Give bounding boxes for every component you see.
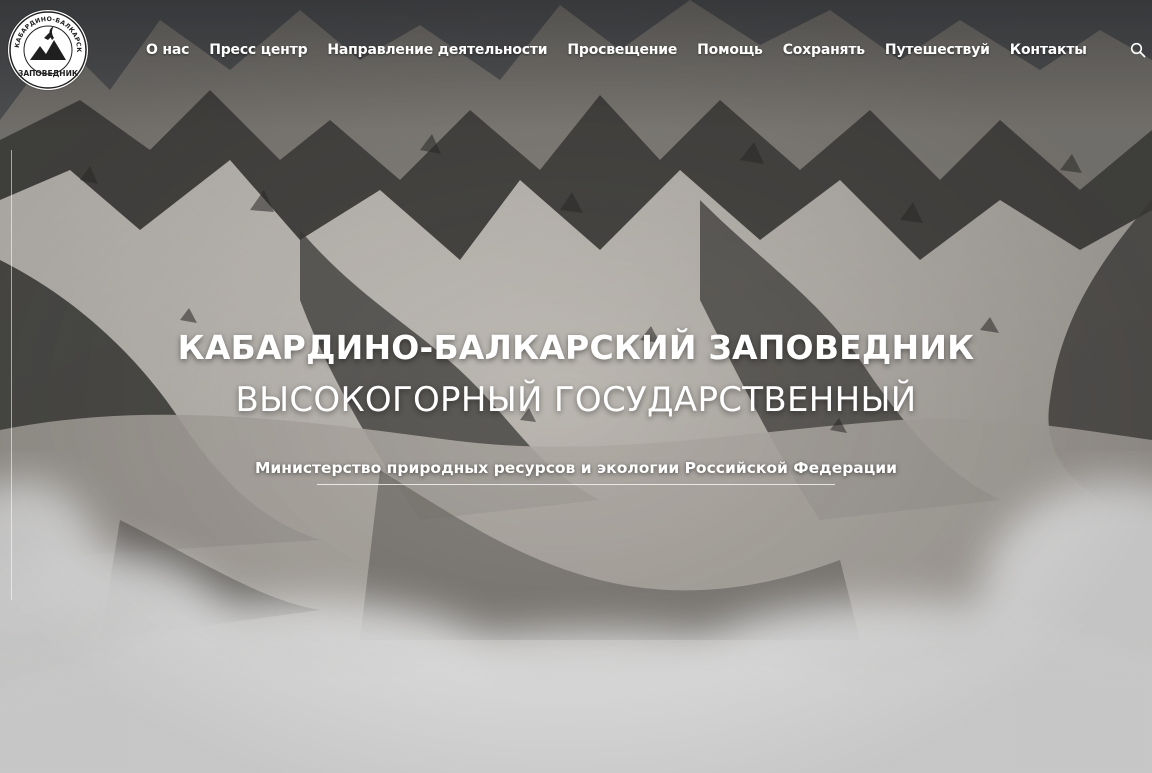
nav-item-help[interactable]: Помощь <box>697 42 763 58</box>
ministry-caption: Министерство природных ресурсов и эколог… <box>255 459 897 477</box>
hero-subtitle: ВЫСОКОГОРНЫЙ ГОСУДАРСТВЕННЫЙ <box>235 380 917 420</box>
search-icon <box>1130 42 1146 58</box>
logo-bottom-text: ЗАПОВЕДНИК <box>18 69 79 78</box>
left-divider-line <box>11 150 12 600</box>
site-header: КАБАРДИНО-БАЛКАРСКИЙ ВЫСОКОГОРНЫЙ ЗАПОВЕ… <box>0 0 1152 100</box>
nav-item-travel[interactable]: Путешествуй <box>885 42 990 58</box>
ministry-underline <box>317 484 835 485</box>
logo-emblem-icon: КАБАРДИНО-БАЛКАРСКИЙ ВЫСОКОГОРНЫЙ ЗАПОВЕ… <box>8 10 87 89</box>
nav-item-contacts[interactable]: Контакты <box>1010 42 1087 58</box>
hero-title: КАБАРДИНО-БАЛКАРСКИЙ ЗАПОВЕДНИК <box>177 328 975 367</box>
nav-item-press-center[interactable]: Пресс центр <box>209 42 307 58</box>
nav-item-conserve[interactable]: Сохранять <box>783 42 865 58</box>
nav-item-education[interactable]: Просвещение <box>567 42 677 58</box>
nav-item-activities[interactable]: Направление деятельности <box>327 42 547 58</box>
main-navigation: О нас Пресс центр Направление деятельнос… <box>146 40 1107 60</box>
search-button[interactable] <box>1130 42 1146 58</box>
nav-item-about[interactable]: О нас <box>146 42 189 58</box>
logo-badge[interactable]: КАБАРДИНО-БАЛКАРСКИЙ ВЫСОКОГОРНЫЙ ЗАПОВЕ… <box>8 10 88 90</box>
